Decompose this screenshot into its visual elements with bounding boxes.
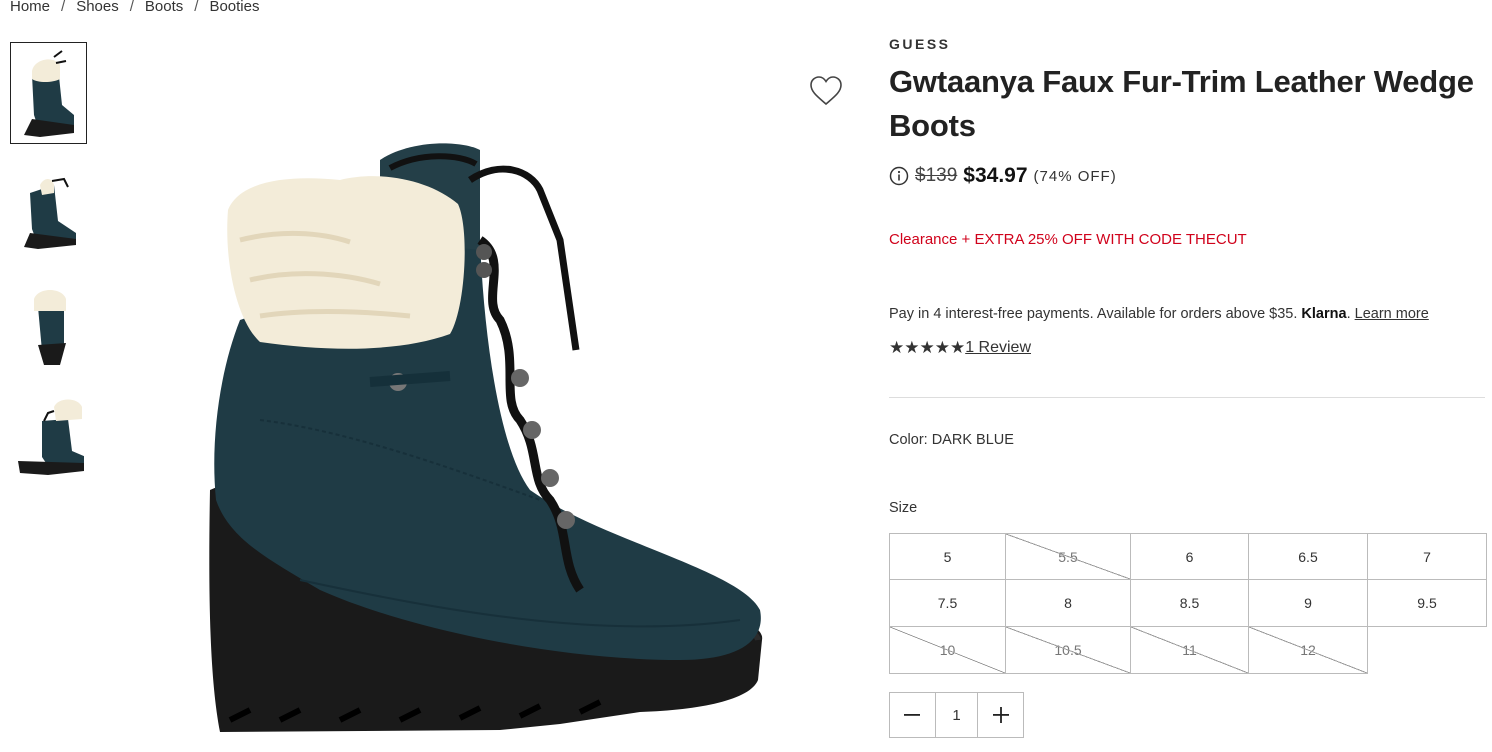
thumbnail-3[interactable]: [10, 270, 87, 372]
klarna-text: Pay in 4 interest-free payments. Availab…: [889, 306, 1298, 322]
quantity-stepper: 1: [889, 692, 1024, 738]
boot-thumbnail-image: [17, 399, 84, 475]
heart-outline-icon: [810, 76, 842, 106]
size-option-8[interactable]: 8: [1005, 579, 1131, 627]
klarna-logo: Klarna: [1301, 306, 1347, 322]
brand-name[interactable]: GUESS: [889, 36, 951, 52]
boot-thumbnail-image: [23, 177, 76, 249]
star-rating: ★★★★★: [889, 338, 966, 357]
info-circle-icon[interactable]: [889, 166, 909, 186]
boot-thumbnail-image: [23, 50, 74, 137]
rating-row: ★★★★★ 1 Review: [889, 338, 1031, 358]
size-option-5-5[interactable]: 5.5: [1005, 533, 1131, 580]
product-title: Gwtaanya Faux Fur-Trim Leather Wedge Boo…: [889, 64, 1474, 143]
size-option-6-5[interactable]: 6.5: [1248, 533, 1368, 580]
size-label: Size: [889, 500, 918, 516]
breadcrumb-separator: /: [129, 0, 134, 15]
color-label: Color: DARK BLUE: [889, 432, 1014, 448]
minus-icon: [904, 714, 921, 716]
size-option-10[interactable]: 10: [889, 626, 1006, 674]
increase-quantity-button[interactable]: [978, 693, 1023, 737]
boot-image: [209, 143, 763, 732]
size-selector: 5 5.5 6 6.5 7 7.5 8 8.5 9 9.5 10 10.5 11 12: [889, 533, 1487, 674]
size-option-9-5[interactable]: 9.5: [1367, 579, 1487, 627]
breadcrumb-home[interactable]: Home: [10, 0, 50, 15]
thumbnail-4[interactable]: [10, 384, 87, 486]
sale-price: $34.97: [963, 164, 1028, 187]
breadcrumb-shoes[interactable]: Shoes: [76, 0, 119, 15]
favorite-button[interactable]: [808, 75, 844, 107]
size-option-5[interactable]: 5: [889, 533, 1006, 580]
breadcrumb-booties[interactable]: Booties: [209, 0, 259, 15]
size-option-11[interactable]: 11: [1130, 626, 1249, 674]
plus-icon: [992, 707, 1009, 723]
breadcrumb: Home / Shoes / Boots / Booties: [10, 0, 259, 15]
size-option-6[interactable]: 6: [1130, 533, 1249, 580]
breadcrumb-separator: /: [194, 0, 199, 15]
learn-more-link[interactable]: Learn more: [1355, 306, 1429, 322]
divider: [889, 397, 1485, 398]
main-product-image: [180, 120, 800, 752]
breadcrumb-boots[interactable]: Boots: [145, 0, 183, 15]
original-price: $139: [915, 165, 958, 186]
thumbnail-1[interactable]: [10, 42, 87, 144]
thumbnail-2[interactable]: [10, 156, 87, 258]
size-option-9[interactable]: 9: [1248, 579, 1368, 627]
promo-message: Clearance + EXTRA 25% OFF WITH CODE THEC…: [889, 231, 1247, 248]
size-option-12[interactable]: 12: [1248, 626, 1368, 674]
breadcrumb-separator: /: [61, 0, 66, 15]
klarna-message: Pay in 4 interest-free payments. Availab…: [889, 306, 1429, 322]
thumbnail-list: [10, 42, 88, 498]
size-option-7[interactable]: 7: [1367, 533, 1487, 580]
decrease-quantity-button[interactable]: [890, 693, 935, 737]
quantity-input[interactable]: 1: [934, 693, 979, 737]
size-option-7-5[interactable]: 7.5: [889, 579, 1006, 627]
size-option-10-5[interactable]: 10.5: [1005, 626, 1131, 674]
boot-thumbnail-image: [33, 290, 66, 365]
size-option-8-5[interactable]: 8.5: [1130, 579, 1249, 627]
discount-percent: (74% OFF): [1033, 167, 1117, 185]
price-row: $139 $34.97 (74% OFF): [889, 164, 1117, 188]
reviews-link[interactable]: 1 Review: [965, 339, 1031, 357]
